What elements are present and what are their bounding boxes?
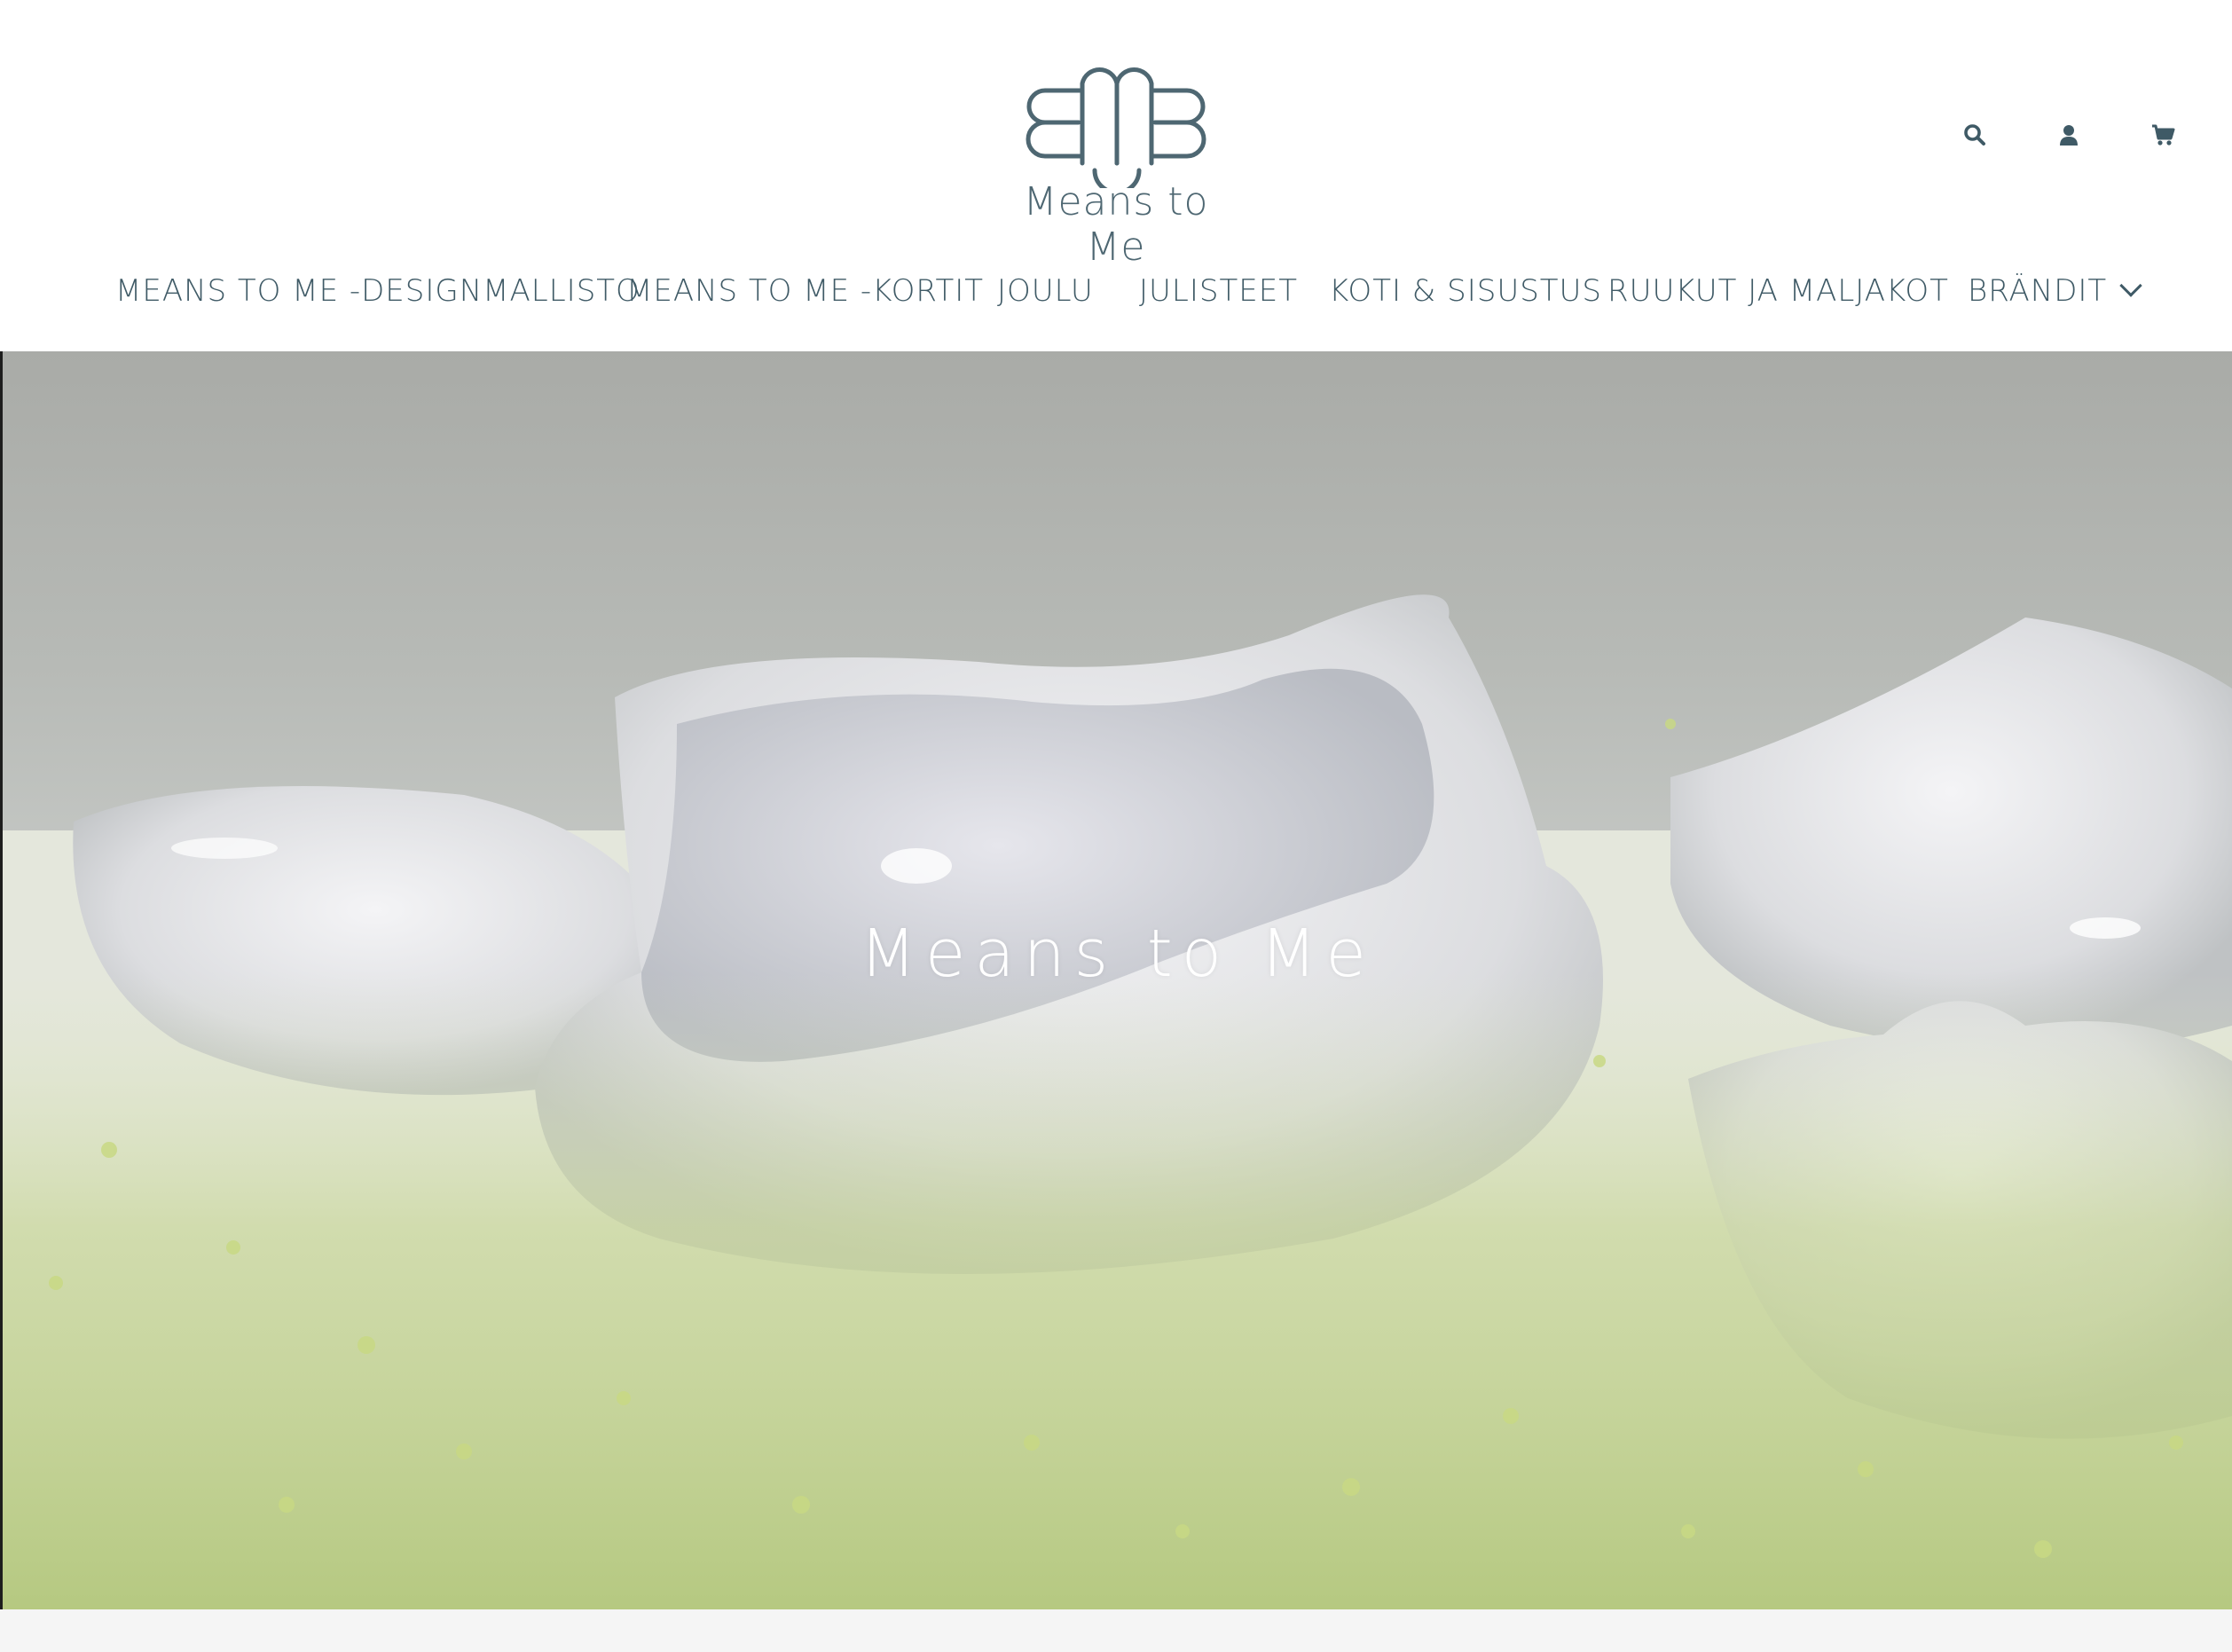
nav-item-kortit[interactable]: MEANS TO ME -KORTIT xyxy=(626,273,984,312)
nav-item-koti-sisustus[interactable]: KOTI & SISUSTUS xyxy=(1329,273,1602,312)
logo-wordmark: Means to Me xyxy=(1023,179,1209,270)
nav-item-brandit[interactable]: BRÄNDIT xyxy=(1968,273,2142,312)
brand-logo[interactable]: Means to Me xyxy=(997,64,1235,270)
logo-mark-icon xyxy=(1026,67,1206,188)
nav-item-brandit-label: BRÄNDIT xyxy=(1968,273,2108,309)
nav-item-joulu[interactable]: JOULU xyxy=(997,273,1094,312)
hero-banner[interactable]: Means to Me xyxy=(3,351,2232,1609)
nav-item-ruukut-maljakot[interactable]: RUUKUT JA MALJAKOT xyxy=(1607,273,1949,312)
nav-item-designmallisto[interactable]: MEANS TO ME -DESIGNMALLISTO xyxy=(115,273,641,312)
below-hero-section xyxy=(0,1609,2232,1652)
hero-title: Means to Me xyxy=(860,916,1375,992)
main-navigation: MEANS TO ME -DESIGNMALLISTO MEANS TO ME … xyxy=(0,266,2232,319)
account-icon[interactable] xyxy=(2053,119,2085,151)
chevron-down-icon xyxy=(2119,274,2142,297)
search-icon[interactable] xyxy=(1959,119,1991,151)
nav-item-julisteet[interactable]: JULISTEET xyxy=(1139,273,1298,312)
site-header: Means to Me MEANS TO ME -DESIGNMALLISTO … xyxy=(0,0,2232,351)
cart-icon[interactable] xyxy=(2147,119,2179,151)
